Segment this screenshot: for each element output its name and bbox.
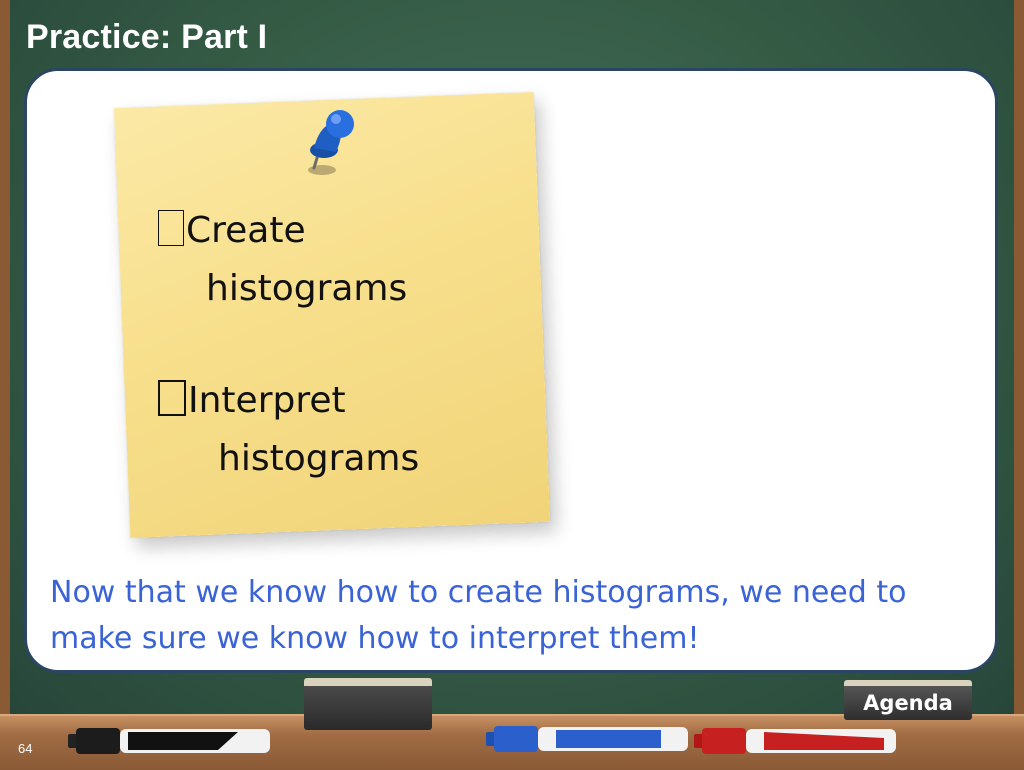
slide-title: Practice: Part I — [26, 18, 268, 56]
pushpin-icon — [308, 110, 354, 175]
checkbox-icon[interactable] — [158, 380, 186, 416]
marker-red-icon — [694, 728, 896, 754]
note-item-create: Create histograms — [158, 202, 407, 318]
body-text: Now that we know how to create histogram… — [50, 575, 907, 656]
chalk-eraser — [304, 678, 432, 730]
note-item-label-cont: histograms — [206, 268, 408, 309]
checkbox-icon[interactable] — [158, 210, 184, 246]
page-number: 64 — [18, 741, 33, 756]
agenda-button[interactable]: Agenda — [844, 680, 972, 720]
marker-black-icon — [68, 728, 270, 754]
marker-blue-icon — [486, 726, 688, 752]
note-item-interpret: Interpret histograms — [158, 372, 419, 488]
note-item-label: Interpret — [188, 380, 346, 421]
note-item-label: Create — [186, 210, 306, 251]
note-item-label-cont: histograms — [218, 438, 420, 479]
